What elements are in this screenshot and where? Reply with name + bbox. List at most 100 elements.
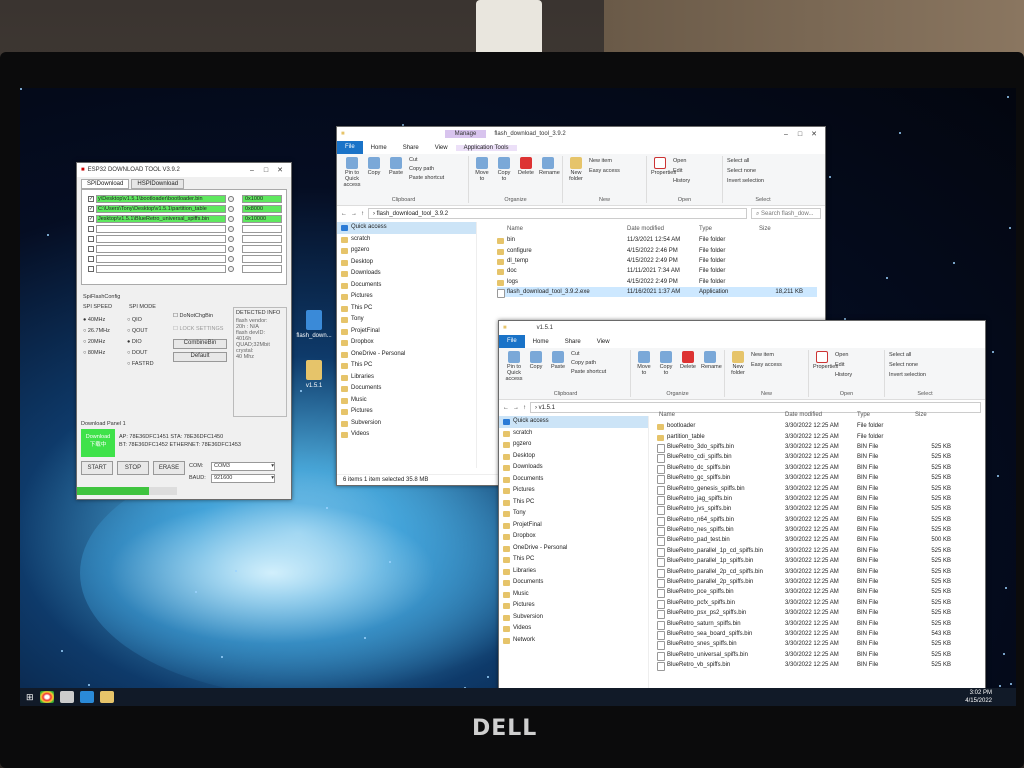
minimize-button[interactable]: –: [779, 131, 793, 138]
copy-to-button[interactable]: Copy to: [657, 350, 675, 397]
forward-icon[interactable]: →: [513, 405, 519, 411]
nav-item[interactable]: Libraries: [499, 566, 648, 578]
easy-access-button[interactable]: Easy access: [751, 360, 782, 370]
nav-item[interactable]: This PC: [499, 554, 648, 566]
paste-shortcut-button[interactable]: Paste shortcut: [409, 174, 444, 183]
table-row[interactable]: logs 4/15/2022 2:49 PM File folder: [497, 277, 817, 287]
nav-item[interactable]: OneDrive - Personal: [337, 349, 476, 361]
pin-button[interactable]: Pin to Quick access: [343, 156, 361, 203]
address-input[interactable]: 0x1000: [242, 195, 282, 203]
maximize-button[interactable]: □: [259, 167, 273, 174]
table-row[interactable]: BlueRetro_dc_spiffs.bin 3/30/2022 12:25 A…: [657, 463, 977, 474]
start-button[interactable]: START: [81, 461, 113, 475]
close-button[interactable]: ✕: [807, 130, 821, 138]
address-input[interactable]: 0x10000: [242, 215, 282, 223]
table-row[interactable]: BlueRetro_3do_spiffs.bin 3/30/2022 12:25 …: [657, 442, 977, 453]
radio-20mhz[interactable]: ○ 20MHz: [83, 337, 110, 348]
nav-item[interactable]: Videos: [337, 429, 476, 441]
nav-item[interactable]: Quick access: [337, 222, 476, 234]
table-row[interactable]: dl_temp 4/15/2022 2:49 PM File folder: [497, 256, 817, 266]
up-icon[interactable]: ↑: [361, 211, 364, 217]
column-type[interactable]: Type: [857, 412, 915, 418]
file-checkbox[interactable]: [88, 236, 94, 242]
nav-item[interactable]: ProjetFinal: [337, 326, 476, 338]
browse-button[interactable]: [228, 256, 234, 262]
table-row[interactable]: BlueRetro_parallel_1p_cd_spiffs.bin 3/30/…: [657, 546, 977, 557]
table-row[interactable]: doc 11/11/2021 7:34 AM File folder: [497, 266, 817, 276]
tab-share[interactable]: Share: [557, 339, 589, 345]
chrome-icon[interactable]: [39, 691, 54, 703]
nav-item[interactable]: Pictures: [499, 485, 648, 497]
manage-tab[interactable]: Manage: [444, 130, 487, 138]
desktop-icon-flash-download[interactable]: flash_down...: [294, 310, 334, 339]
table-row[interactable]: BlueRetro_parallel_2p_cd_spiffs.bin 3/30/…: [657, 566, 977, 578]
move-to-button[interactable]: Move to: [635, 350, 653, 397]
tab-home[interactable]: Home: [363, 145, 395, 151]
move-to-button[interactable]: Move to: [473, 156, 491, 203]
column-date[interactable]: Date modified: [785, 412, 857, 418]
open-button[interactable]: Open: [835, 350, 852, 360]
column-type[interactable]: Type: [699, 226, 759, 232]
nav-item[interactable]: Music: [337, 395, 476, 407]
file-path-input[interactable]: [96, 255, 226, 263]
properties-button[interactable]: Properties: [813, 350, 838, 397]
address-input[interactable]: [242, 225, 282, 233]
nav-item[interactable]: This PC: [337, 303, 476, 315]
tab-hspi-download[interactable]: HSPIDownload: [131, 179, 185, 189]
file-explorer-icon[interactable]: [99, 691, 114, 703]
paste-button[interactable]: Paste: [549, 350, 567, 397]
nav-item[interactable]: pgzero: [499, 439, 648, 451]
new-folder-button[interactable]: New folder: [729, 350, 747, 397]
file-path-input[interactable]: y\Desktop\v1.5.1\bootloader\bootloader.b…: [96, 195, 226, 203]
address-input[interactable]: [242, 235, 282, 243]
column-name[interactable]: Name: [657, 412, 785, 418]
file-path-input[interactable]: C:\Users\Tony\Desktop\v1.5.1\partition_t…: [96, 205, 226, 213]
table-row[interactable]: BlueRetro_pce_spiffs.bin 3/30/2022 12:25 …: [657, 587, 977, 599]
file-checkbox[interactable]: [88, 246, 94, 252]
tab-file[interactable]: File: [499, 335, 525, 348]
open-button[interactable]: Open: [673, 156, 690, 166]
table-row[interactable]: bin 11/3/2021 12:54 AM File folder: [497, 235, 817, 245]
default-button[interactable]: Default: [173, 352, 227, 362]
tab-file[interactable]: File: [337, 141, 363, 154]
copy-button[interactable]: Copy: [527, 350, 545, 397]
nav-item[interactable]: Desktop: [499, 451, 648, 463]
forward-icon[interactable]: →: [351, 211, 357, 217]
nav-item[interactable]: Tony: [337, 314, 476, 326]
new-item-button[interactable]: New item: [751, 350, 782, 360]
up-icon[interactable]: ↑: [523, 405, 526, 411]
address-input[interactable]: [242, 245, 282, 253]
table-row[interactable]: BlueRetro_gc_spiffs.bin 3/30/2022 12:25 A…: [657, 473, 977, 485]
table-row[interactable]: BlueRetro_nes_spiffs.bin 3/30/2022 12:25 …: [657, 525, 977, 537]
nav-item[interactable]: Pictures: [337, 406, 476, 418]
cut-button[interactable]: Cut: [571, 350, 606, 359]
browse-button[interactable]: [228, 196, 234, 202]
back-icon[interactable]: ←: [341, 211, 347, 217]
do-not-chg-bin-checkbox[interactable]: ☐ DoNotChgBin: [173, 313, 213, 319]
radio-fastrd[interactable]: ○ FASTRD: [127, 359, 154, 370]
nav-item[interactable]: Libraries: [337, 372, 476, 384]
table-row[interactable]: BlueRetro_pad_test.bin 3/30/2022 12:25 AM…: [657, 535, 977, 547]
radio-qio[interactable]: ○ QIO: [127, 315, 154, 326]
nav-item[interactable]: scratch: [499, 428, 648, 440]
tab-application-tools[interactable]: Application Tools: [455, 144, 517, 151]
windows-start-icon[interactable]: ⊞: [26, 692, 34, 703]
rename-button[interactable]: Rename: [701, 350, 722, 397]
table-row[interactable]: BlueRetro_n64_spiffs.bin 3/30/2022 12:25 …: [657, 515, 977, 526]
file-path-input[interactable]: Jesktop\v1.5.1\BlueRetro_universal_spiff…: [96, 215, 226, 223]
tab-view[interactable]: View: [427, 145, 456, 151]
pin-button[interactable]: Pin to Quick access: [505, 350, 523, 397]
select-none-button[interactable]: Select none: [727, 166, 764, 176]
table-row[interactable]: BlueRetro_psx_ps2_spiffs.bin 3/30/2022 12…: [657, 608, 977, 620]
radio-26mhz[interactable]: ○ 26.7MHz: [83, 326, 110, 337]
history-button[interactable]: History: [835, 370, 852, 380]
search-input[interactable]: ⌕ Search flash_dow...: [751, 208, 821, 219]
nav-item[interactable]: Subversion: [337, 418, 476, 430]
radio-40mhz[interactable]: ● 40MHz: [83, 315, 110, 326]
column-date[interactable]: Date modified: [627, 226, 699, 232]
browse-button[interactable]: [228, 226, 234, 232]
table-row[interactable]: BlueRetro_pcfx_spiffs.bin 3/30/2022 12:25…: [657, 598, 977, 609]
path-field[interactable]: › flash_download_tool_3.9.2: [368, 208, 747, 219]
tab-share[interactable]: Share: [395, 145, 427, 151]
baud-select[interactable]: 921600 ▾: [211, 474, 275, 483]
